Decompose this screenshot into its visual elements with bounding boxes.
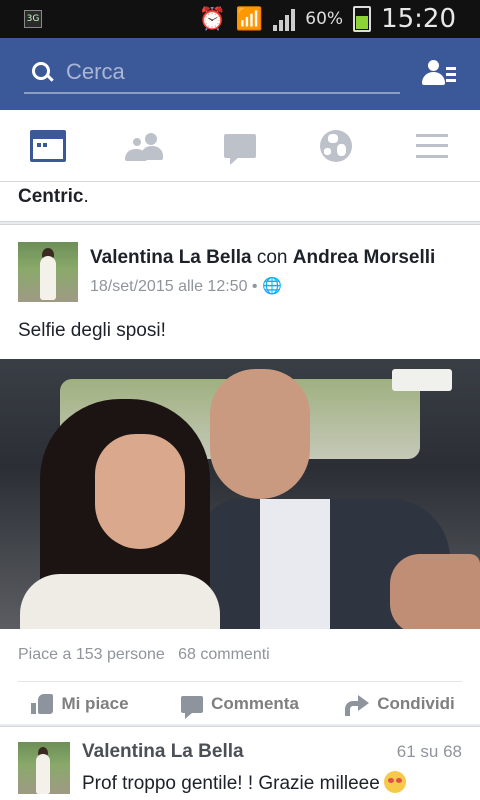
comment-text-row: Prof troppo gentile! ! Grazie milleee bbox=[82, 771, 406, 795]
meta-separator: • bbox=[251, 278, 258, 295]
tab-more[interactable] bbox=[384, 110, 480, 181]
author-avatar[interactable] bbox=[18, 242, 78, 302]
search-placeholder: Cerca bbox=[66, 59, 125, 84]
post-text: Selfie degli sposi! bbox=[18, 320, 166, 341]
post: Valentina La Bella con Andrea Morselli 1… bbox=[0, 224, 480, 724]
page-mention[interactable]: Centric bbox=[18, 186, 83, 207]
search-icon bbox=[24, 55, 58, 89]
comment-counter: 61 su 68 bbox=[396, 742, 462, 761]
battery-level bbox=[356, 15, 369, 29]
menu-icon bbox=[416, 133, 448, 158]
comment-button[interactable]: Commenta bbox=[160, 683, 320, 725]
battery-icon bbox=[353, 6, 372, 32]
divider bbox=[18, 681, 462, 682]
share-icon bbox=[345, 694, 370, 716]
comments-count[interactable]: 68 commenti bbox=[178, 646, 270, 663]
post-date[interactable]: 18/set/2015 alle 12:50 bbox=[90, 278, 247, 295]
globe-icon bbox=[320, 129, 352, 162]
like-button[interactable]: Mi piace bbox=[0, 683, 160, 725]
signal-icon bbox=[273, 7, 296, 31]
commenter-avatar[interactable] bbox=[18, 742, 70, 794]
post-stats[interactable]: Piace a 153 persone 68 commenti bbox=[18, 646, 270, 664]
search-input[interactable]: Cerca bbox=[24, 52, 400, 94]
friend-requests-icon[interactable] bbox=[422, 60, 456, 88]
share-label: Condividi bbox=[377, 694, 455, 713]
tab-notifications[interactable] bbox=[288, 110, 384, 181]
clock: 15:20 bbox=[381, 4, 456, 34]
status-bar: 3G ⏰ 📶 60% 15:20 bbox=[0, 0, 480, 38]
chat-icon bbox=[224, 133, 256, 165]
top-bar: Cerca bbox=[0, 38, 480, 110]
friends-icon bbox=[125, 131, 163, 161]
kissing-face-emoji-icon bbox=[383, 771, 406, 793]
battery-percent: 60% bbox=[305, 9, 344, 29]
author-name[interactable]: Valentina La Bella bbox=[90, 247, 252, 268]
comment-label: Commenta bbox=[211, 694, 299, 713]
commenter-name[interactable]: Valentina La Bella bbox=[82, 741, 244, 763]
news-feed-icon bbox=[30, 129, 66, 162]
previous-post-punct: . bbox=[83, 186, 89, 207]
share-button[interactable]: Condividi bbox=[320, 683, 480, 725]
with-word: con bbox=[256, 247, 288, 268]
comment-text: Prof troppo gentile! ! Grazie milleee bbox=[82, 773, 380, 794]
like-label: Mi piace bbox=[61, 694, 129, 713]
globe-icon: 🌐 bbox=[261, 278, 282, 295]
previous-post-text: Centric. bbox=[18, 186, 89, 208]
post-meta: 18/set/2015 alle 12:50 • 🌐 bbox=[90, 276, 282, 296]
tagged-name[interactable]: Andrea Morselli bbox=[293, 247, 436, 268]
post-actions: Mi piace Commenta Condividi bbox=[0, 683, 480, 725]
tab-friend-requests[interactable] bbox=[96, 110, 192, 181]
post-photo[interactable] bbox=[0, 359, 480, 629]
comment-icon bbox=[181, 695, 204, 719]
tab-messages[interactable] bbox=[192, 110, 288, 181]
wifi-icon: 📶 bbox=[235, 6, 264, 32]
like-icon bbox=[31, 694, 54, 714]
sim-icon: 3G bbox=[24, 10, 42, 28]
previous-post-tail: Centric. bbox=[0, 182, 480, 222]
alarm-icon: ⏰ bbox=[198, 6, 226, 32]
likes-count[interactable]: Piace a 153 persone bbox=[18, 646, 165, 663]
tab-news-feed[interactable] bbox=[0, 110, 96, 181]
comment-preview[interactable]: Valentina La Bella 61 su 68 Prof troppo … bbox=[0, 726, 480, 800]
post-header: Valentina La Bella con Andrea Morselli bbox=[90, 247, 435, 269]
tab-bar bbox=[0, 110, 480, 182]
